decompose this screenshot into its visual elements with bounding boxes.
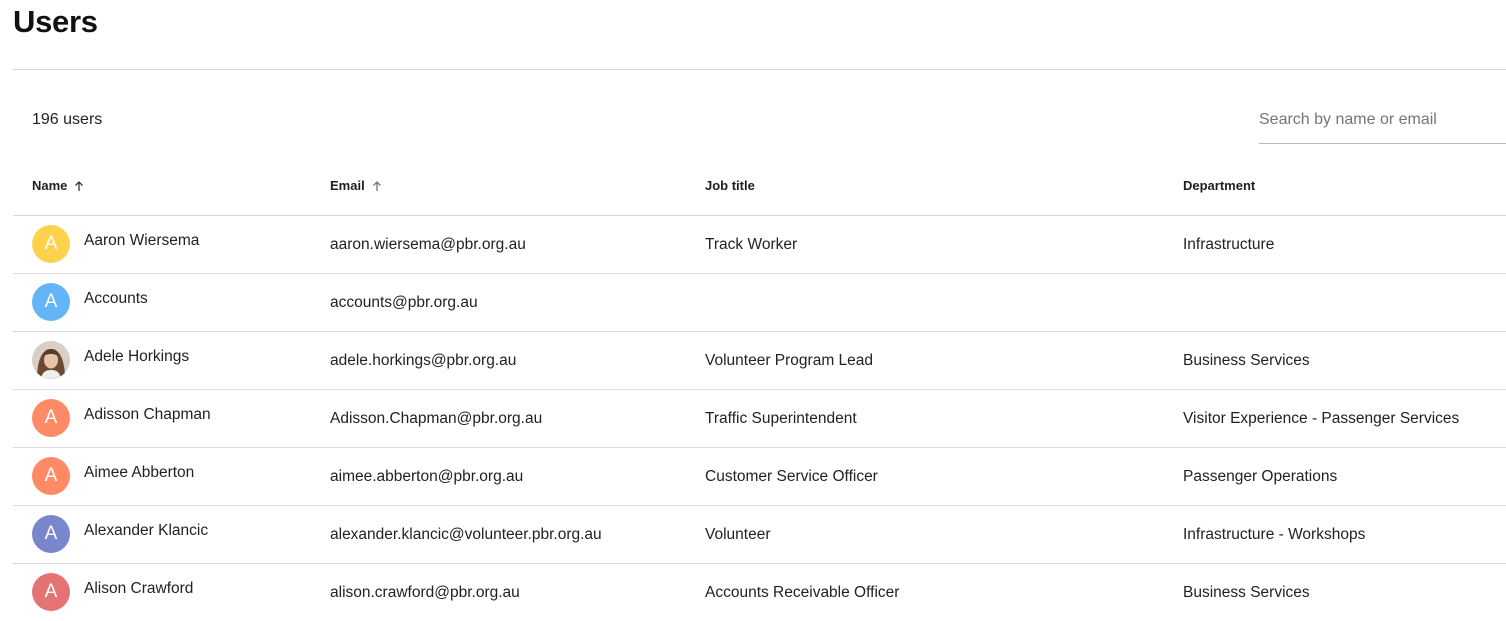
users-page: Users 196 users Name Email Job title [0, 0, 1506, 621]
name-cell: A Alison Crawford [32, 573, 193, 611]
column-header-name[interactable]: Name [32, 178, 85, 193]
page-title: Users [13, 4, 98, 39]
user-job-title: Accounts Receivable Officer [705, 584, 900, 601]
avatar: A [32, 399, 70, 437]
user-job-title: Traffic Superintendent [705, 410, 857, 427]
user-email: adele.horkings@pbr.org.au [330, 352, 517, 369]
user-name: Aimee Abberton [84, 464, 195, 481]
person-photo-icon [32, 341, 70, 379]
avatar-photo [32, 341, 70, 379]
title-divider [13, 69, 1506, 70]
avatar: A [32, 457, 70, 495]
user-email: alexander.klancic@volunteer.pbr.org.au [330, 526, 602, 543]
user-email: accounts@pbr.org.au [330, 294, 478, 311]
user-count: 196 users [32, 111, 103, 128]
column-header-department-label: Department [1183, 178, 1256, 193]
name-cell: A Adisson Chapman [32, 399, 211, 437]
table-row[interactable]: A Alexander Klancic alexander.klancic@volu… [13, 506, 1506, 564]
avatar: A [32, 283, 70, 321]
user-job-title: Track Worker [705, 236, 798, 253]
arrow-up-icon [75, 180, 84, 191]
table-row[interactable]: A Alison Crawford alison.crawford@pbr.org.… [13, 564, 1506, 621]
column-header-email[interactable]: Email [330, 178, 383, 193]
avatar: A [32, 573, 70, 611]
user-department: Passenger Operations [1183, 468, 1338, 485]
user-name: Alison Crawford [84, 580, 194, 597]
user-name: Alexander Klancic [84, 522, 209, 539]
table-body: A Aaron Wiersema aaron.wiersema@pbr.org.au… [13, 216, 1506, 621]
avatar-initial: A [44, 233, 58, 254]
name-cell: A Aimee Abberton [32, 457, 194, 495]
avatar-initial: A [44, 407, 58, 428]
avatar-initial: A [44, 291, 58, 312]
user-name: Adele Horkings [84, 348, 190, 365]
name-cell: A Alexander Klancic [32, 515, 208, 553]
column-header-department[interactable]: Department [1183, 178, 1255, 193]
user-email: alison.crawford@pbr.org.au [330, 584, 520, 601]
user-email: aaron.wiersema@pbr.org.au [330, 236, 526, 253]
user-name: Aaron Wiersema [84, 232, 200, 249]
user-name: Adisson Chapman [84, 406, 211, 423]
user-job-title: Volunteer [705, 526, 771, 543]
table-row[interactable]: A Aaron Wiersema aaron.wiersema@pbr.org.au… [13, 216, 1506, 274]
arrow-up-icon [372, 180, 381, 191]
table-row[interactable]: A Accounts accounts@pbr.org.au [13, 274, 1506, 332]
user-name: Accounts [84, 290, 148, 307]
user-email: aimee.abberton@pbr.org.au [330, 468, 524, 485]
avatar-initial: A [44, 523, 58, 544]
table-header: Name Email Job title Department [13, 158, 1506, 216]
user-department: Visitor Experience - Passenger Services [1183, 410, 1460, 427]
user-job-title: Customer Service Officer [705, 468, 878, 485]
avatar: A [32, 515, 70, 553]
user-department: Infrastructure [1183, 236, 1275, 253]
user-department: Infrastructure - Workshops [1183, 526, 1366, 543]
users-table: Name Email Job title Department A Aaron W… [13, 158, 1506, 621]
user-job-title: Volunteer Program Lead [705, 352, 874, 369]
column-header-job-title[interactable]: Job title [705, 178, 755, 193]
name-cell: Adele Horkings [32, 341, 189, 379]
name-cell: A Accounts [32, 283, 148, 321]
table-row[interactable]: Adele Horkings adele.horkings@pbr.org.au V… [13, 332, 1506, 390]
user-email: Adisson.Chapman@pbr.org.au [330, 410, 543, 427]
table-row[interactable]: A Adisson Chapman Adisson.Chapman@pbr.org.… [13, 390, 1506, 448]
column-header-name-label: Name [32, 178, 68, 193]
user-department: Business Services [1183, 352, 1310, 369]
avatar: A [32, 225, 70, 263]
user-department: Business Services [1183, 584, 1310, 601]
column-header-job-title-label: Job title [705, 178, 755, 193]
column-header-email-label: Email [330, 178, 365, 193]
avatar-initial: A [44, 465, 58, 486]
search-input[interactable] [1259, 100, 1499, 140]
search-field[interactable] [1259, 100, 1506, 144]
table-row[interactable]: A Aimee Abberton aimee.abberton@pbr.org.au… [13, 448, 1506, 506]
name-cell: A Aaron Wiersema [32, 225, 199, 263]
avatar-initial: A [44, 581, 58, 602]
